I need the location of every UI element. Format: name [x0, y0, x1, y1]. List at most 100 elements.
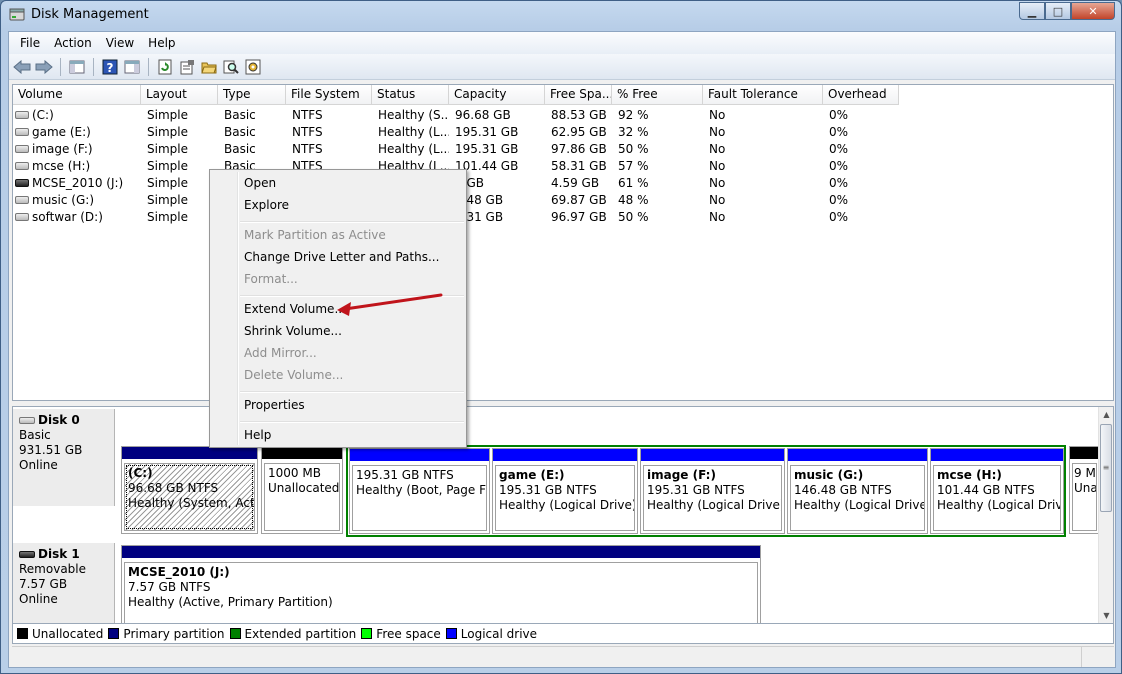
- unallocated-bar: [262, 447, 342, 459]
- graph-vertical-scrollbar[interactable]: ▲ ≡ ▼: [1098, 407, 1113, 623]
- legend-label: Primary partition: [123, 626, 225, 641]
- cell-text: 97.86 GB: [551, 142, 607, 156]
- partition-game[interactable]: game (E:) 195.31 GB NTFS Healthy (Logica…: [492, 448, 638, 534]
- settings-button[interactable]: [242, 56, 264, 78]
- cell-text: No: [709, 142, 726, 156]
- partition-name: game (E:): [499, 468, 565, 482]
- cell-text: 195.31 GB: [455, 125, 519, 139]
- table-cell: 4.59 GB: [545, 175, 612, 192]
- close-icon: ✕: [1088, 4, 1098, 18]
- column-capacity[interactable]: Capacity: [449, 85, 545, 105]
- open-folder-button[interactable]: [198, 56, 220, 78]
- partition-status: Healthy (Active, Primary Partition): [128, 595, 333, 609]
- menu-item-shrink-volume[interactable]: Shrink Volume...: [244, 324, 342, 338]
- legend-label: Free space: [376, 626, 441, 641]
- menu-action[interactable]: Action: [47, 36, 99, 50]
- scroll-down-icon[interactable]: ▼: [1099, 608, 1113, 623]
- partition-name: image (F:): [647, 468, 716, 482]
- menu-item-properties[interactable]: Properties: [244, 398, 305, 412]
- refresh-button[interactable]: [154, 56, 176, 78]
- partition-mcse-2010[interactable]: MCSE_2010 (J:) 7.57 GB NTFS Healthy (Act…: [121, 545, 761, 623]
- partition-status: Healthy (Logical Drive): [499, 498, 635, 512]
- back-icon: [13, 59, 31, 74]
- cell-text: 0%: [829, 142, 849, 156]
- properties-button[interactable]: [176, 56, 198, 78]
- table-cell: music (G:): [13, 192, 141, 209]
- cell-text: 61 %: [618, 176, 649, 190]
- legend-extended-partition: Extended partition: [229, 626, 357, 641]
- menu-file[interactable]: File: [13, 36, 47, 50]
- table-row[interactable]: image (F:) Simple Basic NTFS Healthy (L... 19…: [13, 141, 899, 158]
- partition-size: 195.31 GB NTFS: [356, 468, 454, 482]
- partition-status: Healthy (Logical Drive): [937, 498, 1061, 512]
- partition-mcse[interactable]: mcse (H:) 101.44 GB NTFS Healthy (Logica…: [930, 448, 1064, 534]
- menu-item-explore[interactable]: Explore: [244, 198, 289, 212]
- table-cell: Simple: [141, 141, 218, 158]
- column-fault-tolerance[interactable]: Fault Tolerance: [703, 85, 823, 105]
- show-hide-console-tree-icon: [69, 60, 85, 73]
- table-cell: game (E:): [13, 124, 141, 141]
- removable-disk-icon: [15, 179, 29, 187]
- menu-item-help[interactable]: Help: [244, 428, 271, 442]
- unallocated-space[interactable]: 1000 MB Unallocated: [261, 446, 343, 534]
- disk-management-icon: [9, 8, 25, 21]
- cell-text: image (F:): [32, 142, 93, 156]
- column-file-system[interactable]: File System: [286, 85, 372, 105]
- caption-buttons: ▁ □ ✕: [1019, 2, 1115, 20]
- table-row[interactable]: (C:) Simple Basic NTFS Healthy (S... 96.68 GB…: [13, 107, 899, 124]
- table-cell: 195.31 GB: [449, 141, 545, 158]
- forward-icon: [35, 59, 53, 74]
- partition-music[interactable]: music (G:) 146.48 GB NTFS Healthy (Logic…: [787, 448, 928, 534]
- table-row[interactable]: game (E:) Simple Basic NTFS Healthy (L... 195…: [13, 124, 899, 141]
- cell-text: 96.68 GB: [455, 108, 511, 122]
- legend-free-space: Free space: [361, 626, 441, 641]
- close-button[interactable]: ✕: [1071, 2, 1115, 20]
- hard-disk-icon: [15, 213, 29, 221]
- maximize-button[interactable]: □: [1045, 2, 1071, 20]
- minimize-button[interactable]: ▁: [1019, 2, 1045, 20]
- scroll-up-icon[interactable]: ▲: [1099, 407, 1113, 422]
- hard-disk-icon: [19, 417, 35, 424]
- column-volume[interactable]: Volume: [13, 85, 141, 105]
- minimize-icon: ▁: [1027, 4, 1037, 18]
- menu-item-change-drive-letter[interactable]: Change Drive Letter and Paths...: [244, 250, 439, 264]
- disk-0-label[interactable]: Disk 0 Basic 931.51 GB Online: [13, 409, 115, 506]
- column-status[interactable]: Status: [372, 85, 449, 105]
- back-button[interactable]: [11, 56, 33, 78]
- column-free-space[interactable]: Free Spa...: [545, 85, 612, 105]
- table-cell: (C:): [13, 107, 141, 124]
- help-button[interactable]: ?: [99, 56, 121, 78]
- show-hide-console-tree-button[interactable]: [66, 56, 88, 78]
- table-cell: 92 %: [612, 107, 703, 124]
- disk-1-label[interactable]: Disk 1 Removable 7.57 GB Online: [13, 543, 115, 623]
- menu-help[interactable]: Help: [141, 36, 182, 50]
- title-bar[interactable]: Disk Management ▁ □ ✕: [1, 1, 1121, 31]
- menu-view[interactable]: View: [99, 36, 141, 50]
- primary-partition-bar: [122, 546, 760, 558]
- open-folder-icon: [201, 62, 217, 73]
- column-type[interactable]: Type: [218, 85, 286, 105]
- column-overhead[interactable]: Overhead: [823, 85, 899, 105]
- legend-label: Extended partition: [244, 626, 357, 641]
- disk-1-size: 7.57 GB: [19, 577, 68, 591]
- table-cell: Simple: [141, 158, 218, 175]
- menu-item-open[interactable]: Open: [244, 176, 276, 190]
- column-percent-free[interactable]: % Free: [612, 85, 703, 105]
- scroll-thumb[interactable]: ≡: [1100, 424, 1112, 512]
- column-layout[interactable]: Layout: [141, 85, 218, 105]
- cell-text: 0%: [829, 210, 849, 224]
- partition-c-body: (C:) 96.68 GB NTFS Healthy (System, Acti…: [124, 463, 255, 531]
- volume-list: Volume Layout Type File System Status Ca…: [12, 84, 1114, 401]
- unallocated-space-end[interactable]: 9 M Una: [1069, 446, 1100, 534]
- show-hide-action-pane-button[interactable]: [121, 56, 143, 78]
- cell-text: 0%: [829, 159, 849, 173]
- logical-drive-bar: [493, 449, 637, 461]
- partition-image[interactable]: image (F:) 195.31 GB NTFS Healthy (Logic…: [640, 448, 785, 534]
- partition-c[interactable]: (C:) 96.68 GB NTFS Healthy (System, Acti…: [121, 446, 258, 534]
- search-button[interactable]: [220, 56, 242, 78]
- cell-text: Healthy (L...: [378, 125, 449, 139]
- partition-size: 1000 MB: [268, 466, 321, 480]
- cell-text: 58.31 GB: [551, 159, 607, 173]
- partition-boot[interactable]: 195.31 GB NTFS Healthy (Boot, Page File,: [349, 448, 490, 534]
- forward-button[interactable]: [33, 56, 55, 78]
